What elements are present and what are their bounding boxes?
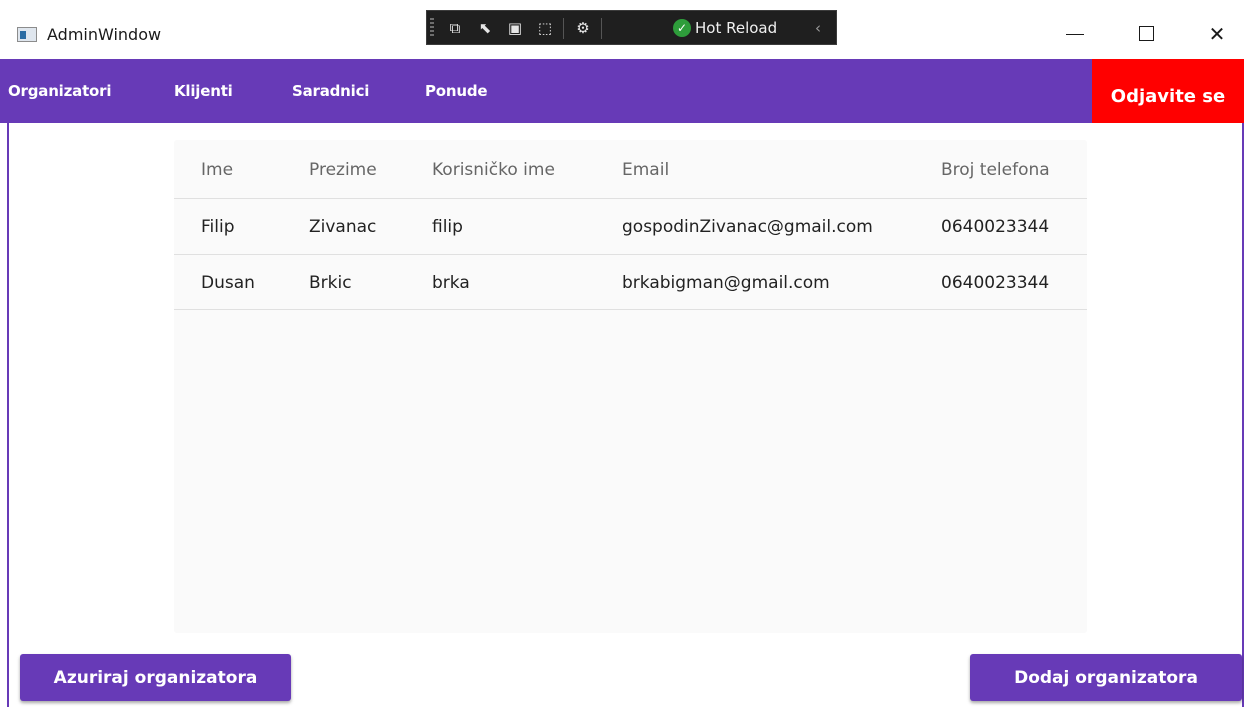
table-row[interactable]: Dusan Brkic brka brkabigman@gmail.com 06… [174, 255, 1087, 310]
title-bar: AdminWindow ⧉ ⬉ ▣ ⬚ ⚙ ✓ Hot Reload ‹ ✕ [0, 0, 1244, 59]
table-header-row: Ime Prezime Korisničko ime Email Broj te… [174, 140, 1087, 199]
table-cell-email: brkabigman@gmail.com [622, 273, 830, 293]
table-cell-prezime: Zivanac [309, 217, 377, 237]
window-title: AdminWindow [47, 25, 162, 44]
toolbar-separator [563, 18, 564, 39]
select-element-icon[interactable]: ⬉ [475, 18, 495, 38]
close-button[interactable]: ✕ [1194, 16, 1240, 52]
column-header-ime[interactable]: Ime [201, 160, 233, 180]
maximize-button[interactable] [1124, 16, 1170, 52]
table-cell-korisnicko-ime: filip [432, 217, 463, 237]
binding-failures-icon[interactable]: ⚙ [573, 18, 593, 38]
hot-reload-label[interactable]: Hot Reload [695, 18, 777, 38]
window-border-left [7, 123, 9, 707]
live-visual-tree-icon[interactable]: ⧉ [445, 18, 465, 38]
column-header-broj-telefona[interactable]: Broj telefona [941, 160, 1050, 180]
minimize-button[interactable] [1053, 16, 1099, 52]
toolbar-separator [601, 18, 602, 39]
close-icon: ✕ [1208, 22, 1226, 46]
maximize-icon [1139, 26, 1154, 41]
track-focus-icon[interactable]: ⬚ [535, 18, 555, 38]
nav-item-klijenti[interactable]: Klijenti [174, 59, 233, 123]
table-cell-prezime: Brkic [309, 273, 352, 293]
column-header-korisnicko-ime[interactable]: Korisničko ime [432, 160, 555, 180]
minimize-icon [1066, 34, 1084, 35]
nav-item-saradnici[interactable]: Saradnici [292, 59, 369, 123]
table-cell-ime: Filip [201, 217, 235, 237]
nav-item-organizatori[interactable]: Organizatori [8, 59, 111, 123]
column-header-prezime[interactable]: Prezime [309, 160, 377, 180]
collapse-toolbar-icon[interactable]: ‹ [815, 18, 821, 38]
display-adorners-icon[interactable]: ▣ [505, 18, 525, 38]
logout-button[interactable]: Odjavite se [1092, 59, 1244, 123]
toolbar-grip[interactable] [430, 18, 434, 38]
app-window-icon [17, 27, 37, 42]
column-header-email[interactable]: Email [622, 160, 669, 180]
nav-item-ponude[interactable]: Ponude [425, 59, 488, 123]
table-cell-broj-telefona: 0640023344 [941, 273, 1050, 293]
hot-reload-status-icon: ✓ [673, 19, 691, 37]
main-nav: Organizatori Klijenti Saradnici Ponude O… [0, 59, 1244, 123]
add-organizer-button[interactable]: Dodaj organizatora [970, 654, 1242, 701]
table-cell-broj-telefona: 0640023344 [941, 217, 1050, 237]
table-row[interactable]: Filip Zivanac filip gospodinZivanac@gmai… [174, 199, 1087, 255]
table-cell-korisnicko-ime: brka [432, 273, 470, 293]
update-organizer-button[interactable]: Azuriraj organizatora [20, 654, 291, 701]
xaml-debug-toolbar: ⧉ ⬉ ▣ ⬚ ⚙ ✓ Hot Reload ‹ [426, 10, 837, 45]
organizers-table[interactable]: Ime Prezime Korisničko ime Email Broj te… [174, 140, 1087, 633]
table-cell-email: gospodinZivanac@gmail.com [622, 217, 873, 237]
table-cell-ime: Dusan [201, 273, 255, 293]
